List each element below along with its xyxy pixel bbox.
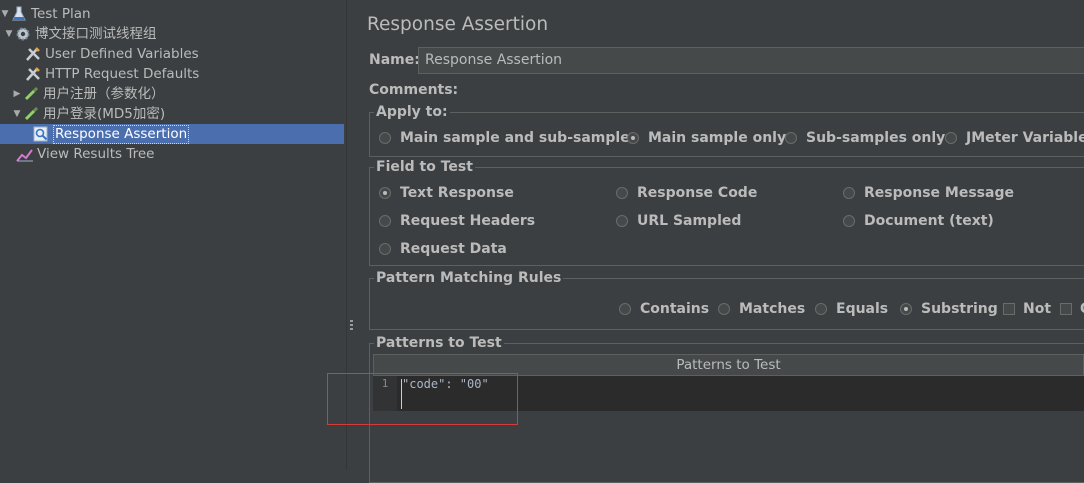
radio-label: URL Sampled bbox=[637, 213, 742, 229]
radio-label: Main sample only bbox=[648, 130, 787, 146]
radio-response-code[interactable]: Response Code bbox=[616, 185, 757, 201]
wrench-icon bbox=[24, 45, 42, 63]
radio-label: Matches bbox=[739, 301, 806, 317]
tree-node-label: 博文接口测试线程组 bbox=[35, 26, 157, 42]
radio-jmeter-variable[interactable]: JMeter Variable N bbox=[945, 130, 1084, 146]
radio-icon[interactable] bbox=[616, 187, 628, 199]
collapse-arrow-icon[interactable]: ▼ bbox=[0, 4, 10, 24]
tree-node-http-request-defaults[interactable]: HTTP Request Defaults bbox=[24, 64, 199, 84]
wrench-icon bbox=[24, 65, 42, 83]
tree-node-user-register[interactable]: ▶ 用户注册（参数化） bbox=[12, 84, 165, 104]
group-title: Pattern Matching Rules bbox=[374, 269, 564, 287]
tree-node-label: HTTP Request Defaults bbox=[45, 66, 200, 82]
tree-node-response-assertion[interactable]: Response Assertion bbox=[32, 124, 190, 144]
radio-label: Text Response bbox=[400, 185, 514, 201]
radio-equals[interactable]: Equals bbox=[815, 301, 888, 317]
checkbox-icon[interactable] bbox=[1060, 303, 1072, 315]
radio-icon[interactable] bbox=[379, 215, 391, 227]
radio-icon[interactable] bbox=[843, 187, 855, 199]
tree-node-view-results-tree[interactable]: View Results Tree bbox=[16, 144, 155, 164]
radio-label: Request Data bbox=[400, 241, 507, 257]
tree-node-label: 用户注册（参数化） bbox=[43, 86, 165, 102]
checkbox-icon[interactable] bbox=[1003, 303, 1015, 315]
radio-request-headers[interactable]: Request Headers bbox=[379, 213, 535, 229]
radio-icon[interactable] bbox=[815, 303, 827, 315]
gear-icon bbox=[14, 25, 32, 43]
comments-label: Comments: bbox=[369, 82, 459, 98]
group-title: Field to Test bbox=[374, 158, 475, 176]
radio-icon[interactable] bbox=[379, 243, 391, 255]
group-title: Patterns to Test bbox=[374, 334, 504, 352]
radio-text-response[interactable]: Text Response bbox=[379, 185, 514, 201]
radio-main-sample-only[interactable]: Main sample only bbox=[627, 130, 786, 146]
splitter-grip-icon[interactable] bbox=[348, 318, 354, 338]
radio-icon[interactable] bbox=[616, 215, 628, 227]
radio-label: Substring bbox=[921, 301, 998, 317]
radio-icon[interactable] bbox=[379, 132, 391, 144]
checkbox-label: O bbox=[1080, 301, 1084, 317]
field-to-test-group: Field to Test Text Response Response Cod… bbox=[369, 158, 1084, 266]
chart-icon bbox=[16, 145, 34, 163]
radio-selected-icon[interactable] bbox=[627, 132, 639, 144]
radio-request-data[interactable]: Request Data bbox=[379, 241, 507, 257]
name-label: Name: bbox=[369, 52, 420, 68]
checkbox-or[interactable]: O bbox=[1060, 301, 1084, 317]
page-title: Response Assertion bbox=[367, 14, 549, 35]
group-title: Apply to: bbox=[374, 103, 450, 121]
response-assertion-panel: Response Assertion Name: Response Assert… bbox=[327, 0, 1084, 483]
radio-label: Response Message bbox=[864, 185, 1014, 201]
checkbox-not[interactable]: Not bbox=[1003, 301, 1051, 317]
collapse-arrow-icon[interactable]: ▼ bbox=[12, 104, 22, 124]
tree-node-label: View Results Tree bbox=[37, 146, 155, 162]
radio-response-message[interactable]: Response Message bbox=[843, 185, 1014, 201]
radio-label: Document (text) bbox=[864, 213, 994, 229]
radio-label: Sub-samples only bbox=[806, 130, 946, 146]
radio-label: Contains bbox=[640, 301, 710, 317]
radio-label: Response Code bbox=[637, 185, 758, 201]
radio-icon[interactable] bbox=[945, 132, 957, 144]
magnifier-icon bbox=[32, 125, 50, 143]
radio-url-sampled[interactable]: URL Sampled bbox=[616, 213, 741, 229]
radio-document-text[interactable]: Document (text) bbox=[843, 213, 994, 229]
radio-substring[interactable]: Substring bbox=[900, 301, 998, 317]
tree-node-user-defined-variables[interactable]: User Defined Variables bbox=[24, 44, 199, 64]
expand-arrow-icon[interactable]: ▶ bbox=[12, 84, 22, 104]
pattern-matching-rules-group: Pattern Matching Rules Contains Matches … bbox=[369, 269, 1084, 330]
tree-node-thread-group[interactable]: ▼ 博文接口测试线程组 bbox=[4, 24, 157, 44]
radio-icon[interactable] bbox=[619, 303, 631, 315]
pipette-icon bbox=[22, 105, 40, 123]
radio-selected-icon[interactable] bbox=[379, 187, 391, 199]
radio-matches[interactable]: Matches bbox=[718, 301, 805, 317]
radio-icon[interactable] bbox=[785, 132, 797, 144]
tree-node-test-plan[interactable]: ▼ Test Plan bbox=[0, 4, 91, 24]
tree-node-label: Response Assertion bbox=[53, 124, 190, 144]
radio-selected-icon[interactable] bbox=[900, 303, 912, 315]
tree-node-label: User Defined Variables bbox=[45, 46, 199, 62]
test-plan-tree[interactable]: ▼ Test Plan ▼ 博文接口测试线程组 User Defined Var… bbox=[0, 0, 344, 470]
radio-label: Equals bbox=[836, 301, 889, 317]
collapse-arrow-icon[interactable]: ▼ bbox=[4, 24, 14, 44]
radio-label: Request Headers bbox=[400, 213, 536, 229]
radio-icon[interactable] bbox=[718, 303, 730, 315]
apply-to-group: Apply to: Main sample and sub-samples Ma… bbox=[369, 103, 1084, 157]
tree-node-user-login[interactable]: ▼ 用户登录(MD5加密) bbox=[12, 104, 166, 124]
radio-main-and-sub-samples[interactable]: Main sample and sub-samples bbox=[379, 130, 638, 146]
tree-node-label: Test Plan bbox=[31, 6, 91, 22]
checkbox-label: Not bbox=[1023, 301, 1052, 317]
name-field[interactable]: Response Assertion bbox=[418, 47, 1084, 74]
radio-icon[interactable] bbox=[843, 215, 855, 227]
tree-node-label: 用户登录(MD5加密) bbox=[43, 106, 166, 122]
pipette-icon bbox=[22, 85, 40, 103]
flask-icon bbox=[10, 5, 28, 23]
radio-label: JMeter Variable N bbox=[966, 130, 1084, 146]
annotation-highlight-box bbox=[327, 373, 518, 425]
radio-sub-samples-only[interactable]: Sub-samples only bbox=[785, 130, 945, 146]
radio-contains[interactable]: Contains bbox=[619, 301, 709, 317]
radio-label: Main sample and sub-samples bbox=[400, 130, 639, 146]
